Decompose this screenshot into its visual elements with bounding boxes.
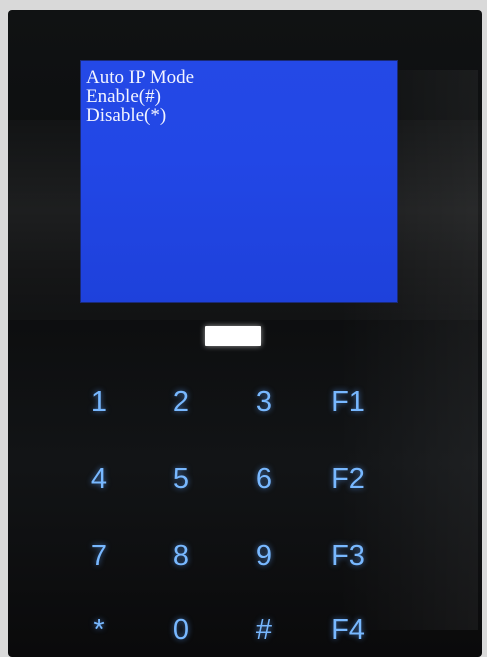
key-3[interactable]: 3: [234, 380, 294, 424]
key-hash[interactable]: #: [234, 608, 294, 652]
key-f4[interactable]: F4: [318, 608, 378, 652]
screen-title: Auto IP Mode: [86, 67, 195, 88]
key-2[interactable]: 2: [151, 380, 211, 424]
key-f3[interactable]: F3: [318, 534, 378, 578]
key-8[interactable]: 8: [151, 534, 211, 578]
status-indicator-light: [205, 326, 261, 346]
key-f2[interactable]: F2: [318, 457, 378, 501]
key-1[interactable]: 1: [69, 380, 129, 424]
key-9[interactable]: 9: [234, 534, 294, 578]
access-control-device: Auto IP Mode Enable(#) Disable(*) 1 2 3 …: [8, 10, 482, 657]
lcd-screen: Auto IP Mode Enable(#) Disable(*): [80, 60, 398, 303]
option-disable: Disable(*): [86, 105, 167, 126]
key-f1[interactable]: F1: [318, 380, 378, 424]
key-4[interactable]: 4: [69, 457, 129, 501]
option-enable: Enable(#): [86, 86, 161, 107]
key-7[interactable]: 7: [69, 534, 129, 578]
key-star[interactable]: *: [69, 608, 129, 652]
key-0[interactable]: 0: [151, 608, 211, 652]
key-6[interactable]: 6: [234, 457, 294, 501]
key-5[interactable]: 5: [151, 457, 211, 501]
